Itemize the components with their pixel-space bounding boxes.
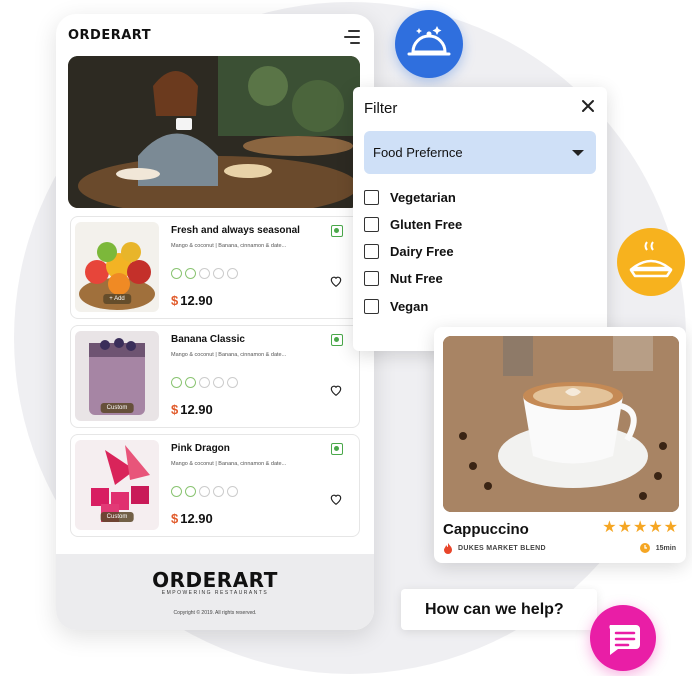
menu-item-image: + Add xyxy=(75,222,159,312)
menu-item-image: Custom xyxy=(75,440,159,530)
product-image xyxy=(443,336,679,512)
menu-item-desc: Mango & coconut | Banana, cinnamon & dat… xyxy=(171,461,287,467)
menu-item-card[interactable]: + Add Fresh and always seasonal Mango & … xyxy=(70,216,360,319)
phone-mockup: ORDERART + Add Fresh and always seasonal… xyxy=(56,14,374,630)
menu-item-image: Custom xyxy=(75,331,159,421)
menu-item-price: $12.90 xyxy=(171,511,213,526)
diet-icons xyxy=(171,486,238,497)
menu-item-title: Fresh and always seasonal xyxy=(171,225,300,236)
menu-item-card[interactable]: Custom Banana Classic Mango & coconut | … xyxy=(70,325,360,428)
help-box[interactable]: How can we help? xyxy=(401,589,597,630)
filter-option-vegan[interactable]: Vegan xyxy=(364,297,428,315)
brand-logo: ORDERART xyxy=(68,28,152,43)
fire-icon xyxy=(444,543,452,554)
checkbox[interactable] xyxy=(364,243,379,259)
filter-option-dairy-free[interactable]: Dairy Free xyxy=(364,242,454,260)
filter-option-nut-free[interactable]: Nut Free xyxy=(364,269,443,287)
product-name: Cappuccino xyxy=(443,521,529,538)
footer-copyright: Copyright © 2019. All rights reserved. xyxy=(173,610,257,616)
help-text: How can we help? xyxy=(425,601,564,618)
prep-time: 15min xyxy=(639,543,676,553)
menu-item-title: Pink Dragon xyxy=(171,443,230,454)
menu-item-title: Banana Classic xyxy=(171,334,245,345)
heart-icon[interactable] xyxy=(329,274,343,288)
filter-option-gluten-free[interactable]: Gluten Free xyxy=(364,215,462,233)
checkbox[interactable] xyxy=(364,270,379,286)
product-card[interactable]: Cappuccino ★ ★ ★ ★ ★ DUKES MARKET BLEND 15mi… xyxy=(434,327,686,563)
hamburger-menu-icon[interactable] xyxy=(344,30,360,44)
menu-item-desc: Mango & coconut | Banana, cinnamon & dat… xyxy=(171,243,287,249)
heart-icon[interactable] xyxy=(329,383,343,397)
food-preference-dropdown[interactable]: Food Prefernce xyxy=(364,131,596,174)
pie-icon xyxy=(617,228,685,296)
menu-item-price: $12.90 xyxy=(171,402,213,417)
serving-dish-icon xyxy=(395,10,463,78)
veg-indicator-icon xyxy=(331,225,343,237)
filter-panel: Filter Food Prefernce Vegetarian Gluten … xyxy=(353,87,607,351)
veg-indicator-icon xyxy=(331,443,343,455)
filter-title: Filter xyxy=(364,100,398,117)
star-icon: ★ xyxy=(632,519,648,536)
add-badge[interactable]: + Add xyxy=(103,294,131,304)
dropdown-label: Food Prefernce xyxy=(373,145,463,160)
clock-icon xyxy=(639,543,650,553)
star-icon: ★ xyxy=(617,519,632,536)
star-icon: ★ xyxy=(602,519,617,536)
custom-badge[interactable]: Custom xyxy=(100,512,134,522)
heart-icon[interactable] xyxy=(329,492,343,506)
phone-footer: ORDERART EMPOWERING RESTAURANTS Copyrigh… xyxy=(56,554,374,630)
checkbox[interactable] xyxy=(364,216,379,232)
chat-icon[interactable] xyxy=(590,605,656,671)
diet-icons xyxy=(171,268,238,279)
product-subtitle: DUKES MARKET BLEND xyxy=(443,543,546,554)
veg-indicator-icon xyxy=(331,334,343,346)
close-icon[interactable] xyxy=(581,99,595,113)
footer-tagline: EMPOWERING RESTAURANTS xyxy=(161,590,269,596)
star-icon: ★ xyxy=(663,519,678,536)
menu-item-price: $12.90 xyxy=(171,293,213,308)
custom-badge[interactable]: Custom xyxy=(100,403,134,413)
menu-item-card[interactable]: Custom Pink Dragon Mango & coconut | Ban… xyxy=(70,434,360,537)
filter-option-vegetarian[interactable]: Vegetarian xyxy=(364,188,456,206)
menu-item-desc: Mango & coconut | Banana, cinnamon & dat… xyxy=(171,352,287,358)
rating-stars: ★ ★ ★ ★ ★ xyxy=(602,520,678,536)
checkbox[interactable] xyxy=(364,189,379,205)
footer-logo: ORDERART xyxy=(152,568,278,592)
checkbox[interactable] xyxy=(364,298,379,314)
diet-icons xyxy=(171,377,238,388)
hero-image xyxy=(68,56,360,208)
star-icon: ★ xyxy=(648,519,663,536)
caret-down-icon xyxy=(572,150,584,156)
